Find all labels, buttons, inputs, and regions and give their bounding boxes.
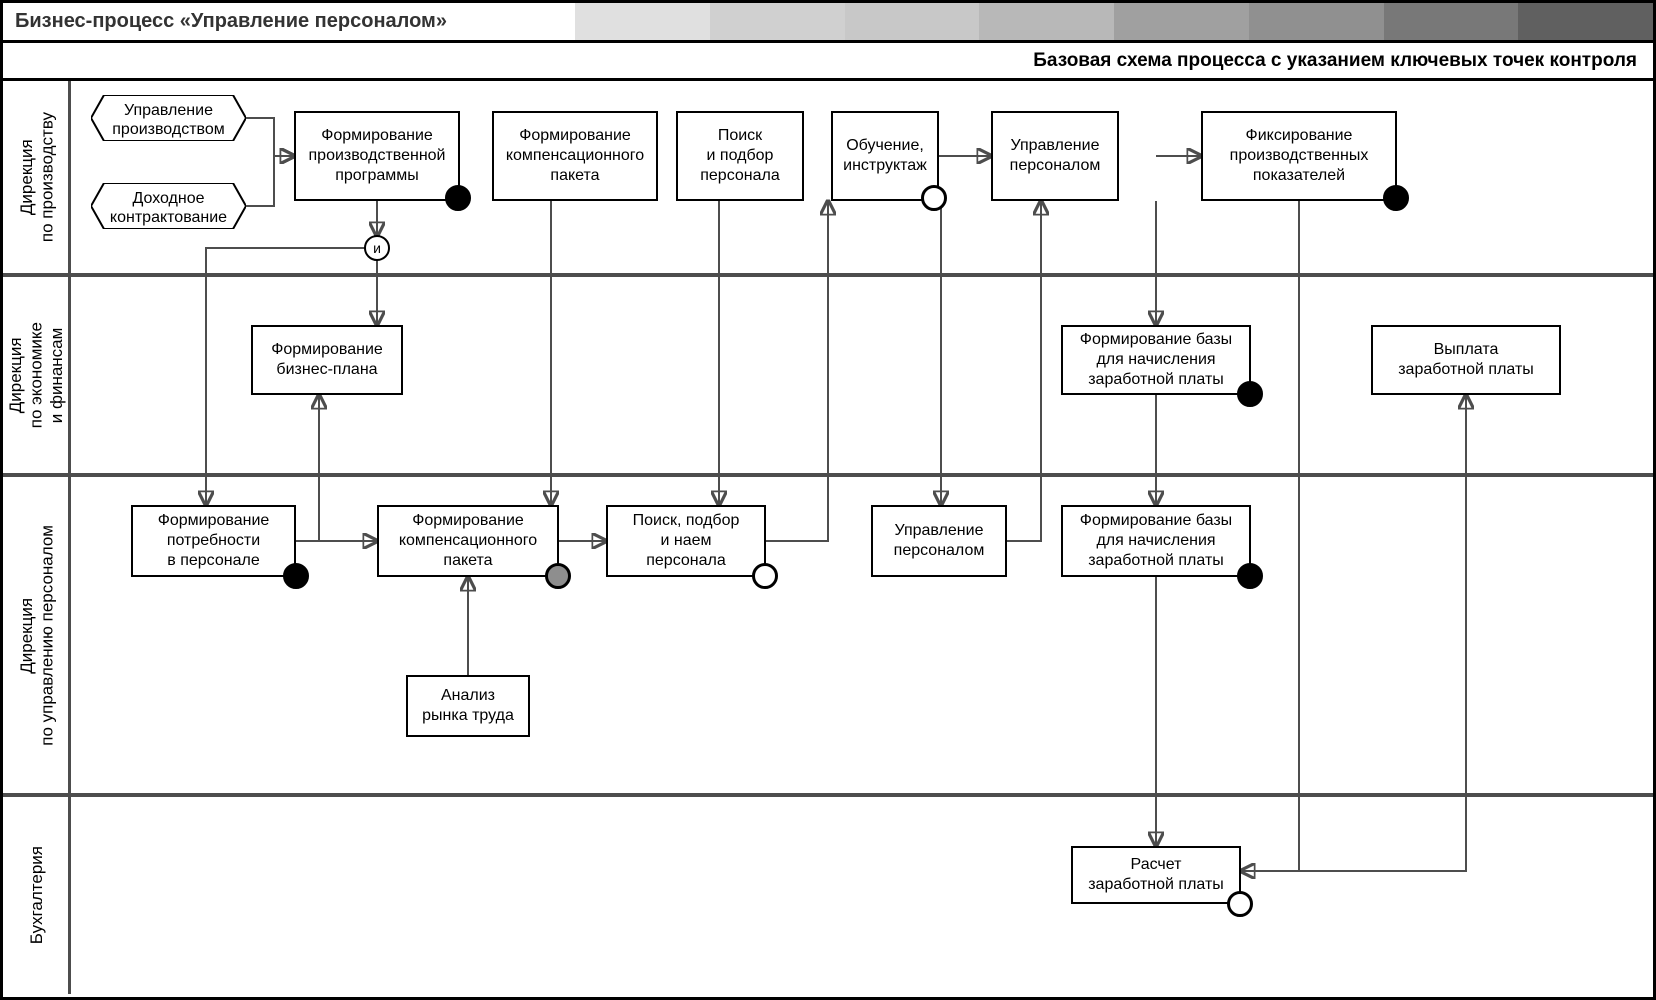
task: Формирование базыдля начислениязаработно…: [1061, 325, 1251, 395]
task: Формированиепотребностив персонале: [131, 505, 296, 577]
task: Формированиебизнес-плана: [251, 325, 403, 395]
diagram: Бизнес-процесс «Управление персоналом» Б…: [0, 0, 1656, 1000]
input-event: Управлениепроизводством: [91, 95, 246, 141]
task: Формированиекомпенсационногопакета: [492, 111, 658, 201]
swimlanes-area: Дирекцияпо производству Дирекцияпо эконо…: [3, 81, 1653, 994]
task: Фиксированиепроизводственныхпоказателей: [1201, 111, 1397, 201]
control-point-icon: [921, 185, 947, 211]
control-point-icon: [1237, 563, 1263, 589]
control-point-icon: [1383, 185, 1409, 211]
control-point-icon: [1227, 891, 1253, 917]
main-title: Бизнес-процесс «Управление персоналом»: [3, 10, 575, 33]
control-point-icon: [545, 563, 571, 589]
subtitle: Базовая схема процесса с указанием ключе…: [1033, 50, 1637, 72]
and-gateway: и: [364, 235, 390, 261]
subheader: Базовая схема процесса с указанием ключе…: [3, 43, 1653, 81]
connectors: [71, 81, 1653, 994]
task: Поиск, подбори наемперсонала: [606, 505, 766, 577]
control-point-icon: [283, 563, 309, 589]
task: Формирование базыдля начислениязаработно…: [1061, 505, 1251, 577]
task: Поиски подборперсонала: [676, 111, 804, 201]
control-point-icon: [752, 563, 778, 589]
diagram-content: Управлениепроизводством Доходноеконтракт…: [71, 81, 1653, 994]
lane-label: Дирекцияпо производству: [3, 81, 71, 273]
lane-label: Дирекцияпо управлению персоналом: [3, 477, 71, 793]
task: Расчетзаработной платы: [1071, 846, 1241, 904]
input-event: Доходноеконтрактование: [91, 183, 246, 229]
task: Управлениеперсоналом: [991, 111, 1119, 201]
task: Управлениеперсоналом: [871, 505, 1007, 577]
lane-label: Бухгалтерия: [3, 797, 71, 994]
lane-labels-column: Дирекцияпо производству Дирекцияпо эконо…: [3, 81, 71, 994]
task: Формированиекомпенсационногопакета: [377, 505, 559, 577]
header-stripes: [575, 3, 1653, 40]
task: Выплатазаработной платы: [1371, 325, 1561, 395]
lane-label: Дирекцияпо экономикеи финансам: [3, 277, 71, 473]
control-point-icon: [1237, 381, 1263, 407]
header: Бизнес-процесс «Управление персоналом»: [3, 3, 1653, 43]
task: Обучение,инструктаж: [831, 111, 939, 201]
task: Анализрынка труда: [406, 675, 530, 737]
control-point-icon: [445, 185, 471, 211]
task: Формированиепроизводственнойпрограммы: [294, 111, 460, 201]
